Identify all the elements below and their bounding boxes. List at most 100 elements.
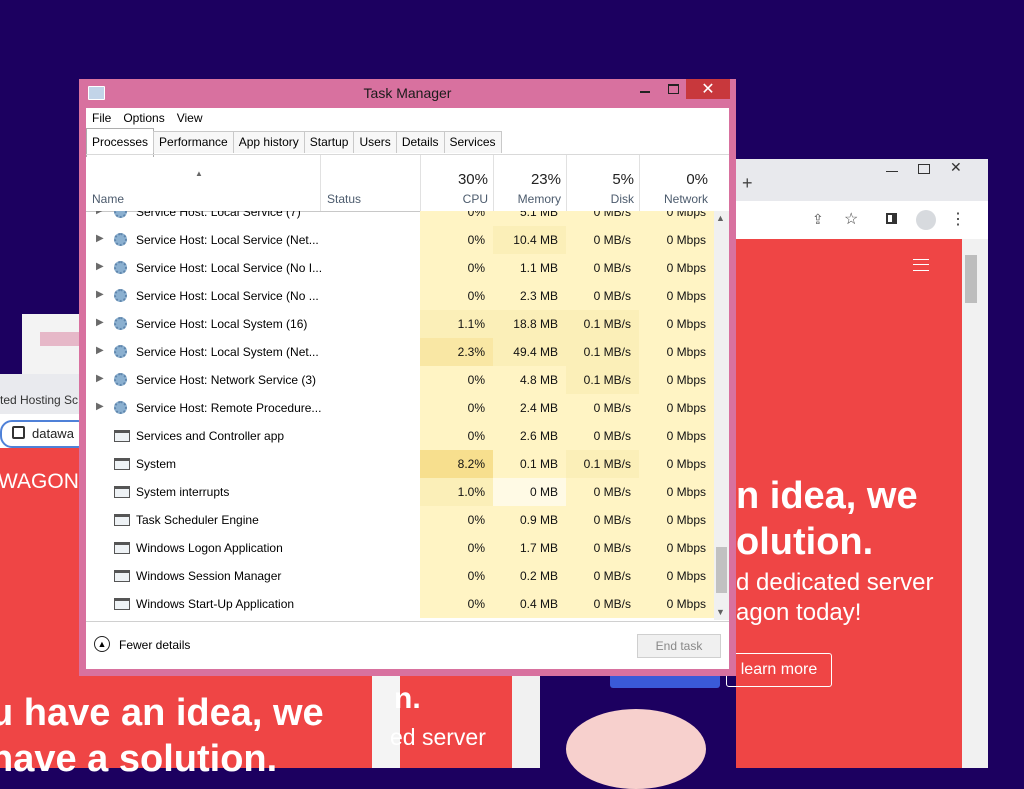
network-cell: 0 Mbps xyxy=(639,338,714,366)
tab-details[interactable]: Details xyxy=(395,131,445,153)
process-list-scrollbar[interactable]: ▲ ▼ xyxy=(714,211,729,620)
cpu-cell: 0% xyxy=(420,422,493,450)
network-cell: 0 Mbps xyxy=(639,422,714,450)
expand-chevron-icon[interactable]: ▶ xyxy=(96,310,104,336)
table-row[interactable]: Windows Start-Up Application 0% 0.4 MB 0 MB… xyxy=(86,590,714,618)
process-name: Service Host: Network Service (3) xyxy=(136,373,317,387)
hamburger-menu-icon[interactable] xyxy=(913,259,929,271)
cpu-cell: 0% xyxy=(420,562,493,590)
memory-cell: 0.2 MB xyxy=(493,562,566,590)
small-background-window xyxy=(22,314,80,374)
table-row[interactable]: ▶ Service Host: Local Service (Net... 0% 10… xyxy=(86,226,714,254)
right-scrollbar-thumb[interactable] xyxy=(965,255,977,303)
tab-app-history[interactable]: App history xyxy=(232,131,305,153)
column-name[interactable]: ▲ Name xyxy=(86,155,320,211)
more-menu-icon[interactable]: ⋮ xyxy=(950,209,966,229)
chevron-up-icon[interactable]: ▲ xyxy=(94,636,110,652)
process-name: Windows Session Manager xyxy=(136,569,282,583)
table-row[interactable]: Task Scheduler Engine 0% 0.9 MB 0 MB/s 0 Mbp… xyxy=(86,506,714,534)
column-cpu-label: CPU xyxy=(462,192,488,206)
scroll-up-icon[interactable]: ▲ xyxy=(716,213,725,223)
column-status[interactable]: Status xyxy=(320,155,421,211)
memory-cell: 18.8 MB xyxy=(493,310,566,338)
column-network[interactable]: 0% Network xyxy=(639,155,714,211)
expand-chevron-icon[interactable]: ▶ xyxy=(96,211,104,224)
network-cell: 0 Mbps xyxy=(639,562,714,590)
column-memory[interactable]: 23% Memory xyxy=(493,155,567,211)
tab-startup[interactable]: Startup xyxy=(303,131,355,153)
system-app-icon xyxy=(114,458,130,470)
table-row[interactable]: ▶ Service Host: Network Service (3) 0% 4.8 … xyxy=(86,366,714,394)
table-row[interactable]: ▶ Service Host: Local System (16) 1.1% 18.8… xyxy=(86,310,714,338)
fewer-details-link[interactable]: Fewer details xyxy=(119,638,190,652)
disk-cell: 0.1 MB/s xyxy=(566,338,639,366)
table-row[interactable]: ▶ Service Host: Local System (Net... 2.3% 4… xyxy=(86,338,714,366)
process-name: Services and Controller app xyxy=(136,429,285,443)
bookmark-star-icon[interactable]: ☆ xyxy=(844,209,858,229)
expand-chevron-icon[interactable]: ▶ xyxy=(96,226,104,252)
signup-button-fragment[interactable] xyxy=(610,676,720,688)
menu-bar: File Options View xyxy=(86,108,209,128)
minimize-icon[interactable] xyxy=(886,171,898,172)
expand-chevron-icon[interactable]: ▶ xyxy=(96,254,104,280)
tab-performance[interactable]: Performance xyxy=(153,131,234,153)
menu-file[interactable]: File xyxy=(86,108,117,128)
column-network-label: Network xyxy=(663,192,708,206)
tab-users[interactable]: Users xyxy=(353,131,397,153)
close-button[interactable]: ✕ xyxy=(686,79,730,99)
scrollbar-thumb[interactable] xyxy=(716,547,727,593)
left-browser-tab-title[interactable]: ted Hosting Sc xyxy=(0,393,78,407)
new-tab-icon[interactable]: + xyxy=(742,173,753,194)
cpu-cell: 1.1% xyxy=(420,310,493,338)
table-row[interactable]: Windows Logon Application 0% 1.7 MB 0 MB/s 0… xyxy=(86,534,714,562)
tab-processes[interactable]: Processes xyxy=(86,128,155,157)
close-icon[interactable]: ✕ xyxy=(950,159,962,176)
table-row[interactable]: Services and Controller app 0% 2.6 MB 0 MB/… xyxy=(86,422,714,450)
right-scrollbar[interactable] xyxy=(962,239,988,768)
network-cell: 0 Mbps xyxy=(639,506,714,534)
network-total-percent: 0% xyxy=(686,171,708,188)
table-row[interactable]: ▶ Service Host: Remote Procedure... 0% 2.4 … xyxy=(86,394,714,422)
scroll-down-icon[interactable]: ▼ xyxy=(716,607,725,617)
memory-total-percent: 23% xyxy=(530,171,561,188)
end-task-button[interactable]: End task xyxy=(637,634,721,658)
disk-cell: 0 MB/s xyxy=(566,226,639,254)
column-status-label: Status xyxy=(327,192,362,206)
expand-chevron-icon[interactable]: ▶ xyxy=(96,394,104,420)
learn-more-button[interactable]: learn more xyxy=(726,653,832,687)
right-browser-titlebar: + ✕ xyxy=(736,159,988,201)
disk-cell: 0 MB/s xyxy=(566,478,639,506)
table-row[interactable]: Windows Session Manager 0% 0.2 MB 0 MB/s 0 M… xyxy=(86,562,714,590)
minimize-button[interactable] xyxy=(631,79,659,99)
menu-options[interactable]: Options xyxy=(117,108,170,128)
maximize-button[interactable] xyxy=(659,79,687,99)
process-name: Service Host: Local System (16) xyxy=(136,317,308,331)
expand-chevron-icon[interactable]: ▶ xyxy=(96,282,104,308)
table-row[interactable]: ▶ Service Host: Local Service (No ... 0% 2.… xyxy=(86,282,714,310)
cpu-cell: 8.2% xyxy=(420,450,493,478)
tab-services[interactable]: Services xyxy=(443,131,502,153)
memory-cell: 2.6 MB xyxy=(493,422,566,450)
profile-avatar-icon[interactable] xyxy=(916,210,936,230)
task-manager-titlebar[interactable]: Task Manager ✕ xyxy=(79,79,736,107)
process-name: Service Host: Local System (Net... xyxy=(136,345,319,359)
left-address-bar[interactable]: datawa xyxy=(0,420,90,448)
menu-view[interactable]: View xyxy=(171,108,209,128)
column-disk[interactable]: 5% Disk xyxy=(566,155,640,211)
column-cpu[interactable]: 30% CPU xyxy=(420,155,494,211)
service-gear-icon xyxy=(114,289,127,302)
expand-chevron-icon[interactable]: ▶ xyxy=(96,338,104,364)
table-row[interactable]: System 8.2% 0.1 MB 0.1 MB/s 0 Mbps xyxy=(86,450,714,478)
sidebar-icon[interactable] xyxy=(886,213,897,224)
table-row[interactable]: ▶ Service Host: Local Service (7) 0%5.1 MB… xyxy=(86,211,714,226)
table-row[interactable]: ▶ Service Host: Local Service (No I... 0% 1… xyxy=(86,254,714,282)
cpu-cell: 2.3% xyxy=(420,338,493,366)
table-row[interactable]: System interrupts 1.0% 0 MB 0 MB/s 0 Mbps xyxy=(86,478,714,506)
close-icon: ✕ xyxy=(701,81,715,98)
expand-chevron-icon[interactable]: ▶ xyxy=(96,366,104,392)
share-icon[interactable]: ⇪ xyxy=(812,211,824,228)
middle-background-window: n. ed server xyxy=(390,676,512,768)
cpu-cell: 0% xyxy=(420,534,493,562)
maximize-icon[interactable] xyxy=(918,164,930,174)
network-cell: 0 Mbps xyxy=(639,254,714,282)
